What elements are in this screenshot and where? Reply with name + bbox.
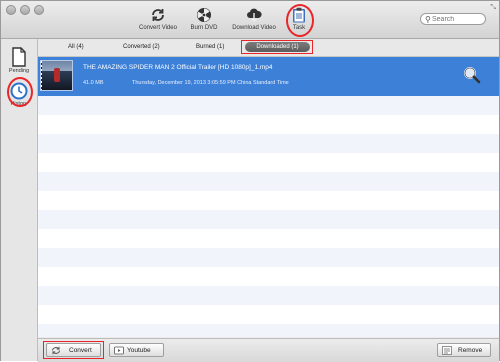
tab-all[interactable]: All (4) <box>68 44 84 50</box>
tab-converted[interactable]: Converted (2) <box>123 44 160 50</box>
file-size: 41.0 MB <box>83 80 104 86</box>
convert-icon <box>52 346 60 355</box>
fullscreen-icon[interactable]: ⤡ <box>490 4 496 12</box>
toolbar-label: Download Video <box>232 25 276 31</box>
list-row-empty <box>38 134 499 153</box>
tab-downloaded[interactable]: Downloaded (1) <box>245 42 310 52</box>
task-highlight-annotation <box>286 4 314 37</box>
tab-burned[interactable]: Burned (1) <box>196 44 224 50</box>
remove-button-label: Remove <box>458 347 483 354</box>
minimize-window-button[interactable] <box>20 5 30 15</box>
window-controls <box>6 5 44 15</box>
list-row-empty <box>38 210 499 229</box>
document-icon <box>12 47 26 67</box>
zoom-window-button[interactable] <box>34 5 44 15</box>
convert-icon <box>152 9 164 21</box>
sidebar-item-label: Pending <box>8 68 30 74</box>
convert-button-label: Convert <box>69 347 92 354</box>
youtube-button-label: Youtube <box>127 347 151 354</box>
toolbar: Convert Video Burn DVD Download Video Ta… <box>1 1 499 39</box>
search-icon: ⚲ <box>425 15 431 24</box>
magnifier-icon[interactable] <box>463 66 481 84</box>
youtube-icon <box>114 346 124 355</box>
file-list: THE AMAZING SPIDER MAN 2 Official Traile… <box>38 57 499 337</box>
remove-button[interactable]: Remove <box>437 343 491 357</box>
toolbar-label: Convert Video <box>139 25 177 31</box>
toolbar-burn-dvd-button[interactable]: Burn DVD <box>177 7 231 31</box>
burn-dvd-icon <box>197 8 211 22</box>
list-row-empty <box>38 324 499 337</box>
youtube-button[interactable]: Youtube <box>109 343 164 357</box>
file-date: Thursday, December 19, 2013 3:05:59 PM C… <box>132 80 289 86</box>
list-row-empty <box>38 96 499 115</box>
convert-button[interactable]: Convert <box>46 343 101 357</box>
sidebar-item-pending[interactable]: Pending <box>1 47 37 74</box>
app-window: Convert Video Burn DVD Download Video Ta… <box>0 0 500 362</box>
download-cloud-icon <box>247 8 262 22</box>
bottom-bar: Convert Youtube Remove <box>38 338 499 362</box>
list-item[interactable]: THE AMAZING SPIDER MAN 2 Official Traile… <box>38 57 499 96</box>
list-row-empty <box>38 248 499 267</box>
remove-list-icon <box>442 346 452 355</box>
list-row-empty <box>38 286 499 305</box>
video-thumbnail <box>40 60 73 91</box>
search-field[interactable]: ⚲ <box>420 13 486 25</box>
list-row-empty <box>38 172 499 191</box>
toolbar-label: Burn DVD <box>190 25 218 31</box>
search-input[interactable] <box>432 14 482 24</box>
close-window-button[interactable] <box>6 5 16 15</box>
filter-tabs: All (4) Converted (2) Burned (1) Downloa… <box>38 39 499 57</box>
history-highlight-annotation <box>7 77 33 107</box>
file-name: THE AMAZING SPIDER MAN 2 Official Traile… <box>83 64 273 71</box>
